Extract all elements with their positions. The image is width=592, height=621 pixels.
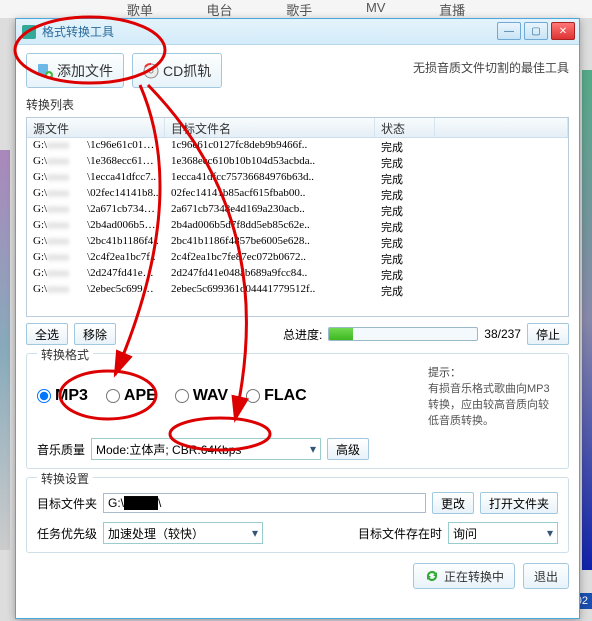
bg-tab: 歌单 [127, 0, 153, 18]
bg-tab: 歌手 [286, 0, 312, 18]
hint-body: 有损音乐格式歌曲向MP3转换，应由较高音质向较低音质转换。 [428, 380, 558, 428]
radio-wav-input[interactable] [175, 389, 189, 403]
quality-label: 音乐质量 [37, 441, 85, 458]
toolbar: 添加文件 CD抓轨 无损音质文件切割的最佳工具 [26, 51, 569, 94]
table-row[interactable]: G:\xxxx\2d247fd41e04..2d247fd41e048ab689… [27, 266, 568, 282]
col-dst[interactable]: 目标文件名 [165, 118, 375, 137]
table-row[interactable]: G:\xxxx\2b4ad006b5d7..2b4ad006b5d7f8dd5e… [27, 218, 568, 234]
table-row[interactable]: G:\xxxx\2a671cb7348e..2a671cb7348e4d169a… [27, 202, 568, 218]
table-row[interactable]: G:\xxxx\1c96e61c0127..1c96e61c0127fc8deb… [27, 138, 568, 154]
exist-combo[interactable]: 询问 [448, 522, 558, 544]
music-plus-icon [37, 63, 53, 79]
cd-rip-button[interactable]: CD抓轨 [132, 53, 222, 88]
radio-flac[interactable]: FLAC [246, 387, 307, 405]
table-row[interactable]: G:\xxxx\2bc41b1186f4..2bc41b1186f4857be6… [27, 234, 568, 250]
maximize-button[interactable]: ▢ [524, 22, 548, 40]
list-label: 转换列表 [26, 96, 569, 113]
window-title: 格式转换工具 [42, 23, 114, 40]
radio-ape[interactable]: APE [106, 387, 157, 405]
window-subtitle: 无损音质文件切割的最佳工具 [413, 53, 569, 76]
table-row[interactable]: G:\xxxx\1e368ecc610b..1e368ecc610b10b104… [27, 154, 568, 170]
settings-group: 转换设置 目标文件夹 更改 打开文件夹 任务优先级 加速处理（较快） 目标文件存… [26, 477, 569, 553]
change-folder-button[interactable]: 更改 [432, 492, 474, 514]
remove-button[interactable]: 移除 [74, 323, 116, 345]
bg-top-tabs: 歌单 电台 歌手 MV 直播 [0, 0, 592, 18]
minimize-button[interactable]: — [497, 22, 521, 40]
progress-text: 38/237 [484, 327, 521, 341]
table-row[interactable]: G:\xxxx\02fec14141b8..02fec14141b85acf61… [27, 186, 568, 202]
bg-tab: 直播 [439, 0, 465, 18]
titlebar[interactable]: 格式转换工具 — ▢ ✕ [16, 19, 579, 45]
priority-combo[interactable]: 加速处理（较快） [103, 522, 263, 544]
progress-label: 总进度: [283, 326, 322, 343]
hint: 提示： 有损音乐格式歌曲向MP3转换，应由较高音质向较低音质转换。 [428, 364, 558, 428]
bg-tab: 电台 [207, 0, 233, 18]
converter-window: 格式转换工具 — ▢ ✕ 添加文件 CD抓轨 无损音质文件切割的最佳工具 转换列… [15, 18, 580, 619]
settings-group-title: 转换设置 [37, 470, 93, 487]
format-group: 转换格式 MP3 APE WAV FLAC 提示： 有损音乐格式歌曲向MP3转换… [26, 353, 569, 469]
priority-label: 任务优先级 [37, 525, 97, 542]
select-all-button[interactable]: 全选 [26, 323, 68, 345]
radio-wav[interactable]: WAV [175, 387, 228, 405]
exit-button[interactable]: 退出 [523, 563, 569, 589]
stop-button[interactable]: 停止 [527, 323, 569, 345]
cd-icon [143, 63, 159, 79]
add-file-button[interactable]: 添加文件 [26, 53, 124, 88]
radio-flac-input[interactable] [246, 389, 260, 403]
progress-fill [329, 328, 353, 340]
format-group-title: 转换格式 [37, 346, 93, 363]
bg-tab: MV [366, 0, 386, 18]
open-folder-button[interactable]: 打开文件夹 [480, 492, 558, 514]
table-header: 源文件 目标文件名 状态 [27, 118, 568, 138]
col-src[interactable]: 源文件 [27, 118, 165, 137]
close-button[interactable]: ✕ [551, 22, 575, 40]
bottom-bar: 正在转换中 退出 [26, 563, 569, 589]
add-file-label: 添加文件 [57, 61, 113, 81]
converting-label: 正在转换中 [444, 568, 504, 585]
col-rest [435, 118, 568, 137]
target-folder-field[interactable] [103, 493, 426, 513]
target-folder-label: 目标文件夹 [37, 495, 97, 512]
file-table: 源文件 目标文件名 状态 G:\xxxx\1c96e61c0127..1c96e… [26, 117, 569, 317]
col-status[interactable]: 状态 [375, 118, 435, 137]
progress-bar [328, 327, 478, 341]
app-icon [22, 25, 36, 39]
radio-mp3[interactable]: MP3 [37, 387, 88, 405]
radio-ape-input[interactable] [106, 389, 120, 403]
hint-title: 提示： [428, 364, 558, 380]
exist-label: 目标文件存在时 [358, 525, 442, 542]
table-row[interactable]: G:\xxxx\2ebec5c69936..2ebec5c699361d0444… [27, 282, 568, 298]
advanced-button[interactable]: 高级 [327, 438, 369, 460]
radio-mp3-input[interactable] [37, 389, 51, 403]
quality-combo[interactable]: Mode:立体声; CBR:64Kbps [91, 438, 321, 460]
table-row[interactable]: G:\xxxx\1ecca41dfcc7..1ecca41dfcc7573668… [27, 170, 568, 186]
cd-rip-label: CD抓轨 [163, 61, 211, 81]
refresh-icon [424, 568, 440, 584]
table-body[interactable]: G:\xxxx\1c96e61c0127..1c96e61c0127fc8deb… [27, 138, 568, 317]
table-row[interactable]: G:\xxxx\2c4f2ea1bc7f..2c4f2ea1bc7fe87ec0… [27, 250, 568, 266]
converting-button[interactable]: 正在转换中 [413, 563, 515, 589]
list-actions: 全选 移除 总进度: 38/237 停止 [26, 323, 569, 345]
